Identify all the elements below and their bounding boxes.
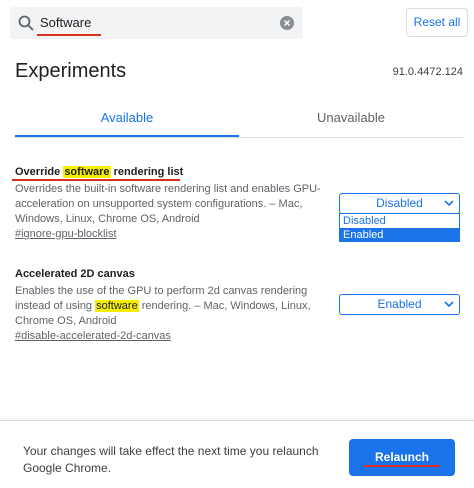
select-dropdown-list: Disabled Enabled xyxy=(339,213,460,242)
relaunch-button[interactable]: Relaunch xyxy=(349,439,455,476)
chevron-down-icon xyxy=(444,301,454,308)
experiment-title: Accelerated 2D canvas xyxy=(15,268,135,280)
tab-available[interactable]: Available xyxy=(15,110,239,136)
experiment-title: Override software rendering list xyxy=(15,166,183,178)
chevron-down-icon xyxy=(444,200,454,207)
search-annotation-underline xyxy=(37,34,101,36)
version-label: 91.0.4472.124 xyxy=(392,66,463,78)
reset-all-button[interactable]: Reset all xyxy=(406,8,468,37)
select-value: Enabled xyxy=(377,297,422,311)
tab-divider xyxy=(15,137,463,138)
experiment-description: Overrides the built-in software renderin… xyxy=(15,183,321,225)
search-value: Software xyxy=(40,15,92,30)
page-title: Experiments xyxy=(15,60,127,82)
experiment-title-text: rendering list xyxy=(110,166,184,178)
search-highlight: software xyxy=(63,166,111,178)
search-highlight: software xyxy=(95,300,139,312)
search-input[interactable]: Software xyxy=(10,7,303,39)
relaunch-bar: Your changes will take effect the next t… xyxy=(0,420,474,488)
experiment-select[interactable]: Enabled xyxy=(339,294,460,315)
select-value: Disabled xyxy=(376,196,423,210)
experiment-select[interactable]: Disabled xyxy=(339,193,460,214)
dropdown-option-enabled[interactable]: Enabled xyxy=(340,228,459,242)
experiment-link[interactable]: #ignore-gpu-blocklist xyxy=(15,228,117,240)
relaunch-label: Relaunch xyxy=(374,450,429,464)
dropdown-option-disabled[interactable]: Disabled xyxy=(340,214,459,228)
search-icon xyxy=(18,15,34,31)
experiment-title-text: Override xyxy=(15,166,64,178)
relaunch-annotation-underline xyxy=(364,465,440,467)
title-annotation-underline xyxy=(12,179,180,181)
experiment-description: Enables the use of the GPU to perform 2d… xyxy=(15,284,330,329)
experiment-link[interactable]: #disable-accelerated-2d-canvas xyxy=(15,330,171,342)
tab-unavailable[interactable]: Unavailable xyxy=(239,110,463,136)
top-bar: Software Reset all xyxy=(0,0,474,46)
clear-icon[interactable] xyxy=(280,16,294,30)
relaunch-message: Your changes will take effect the next t… xyxy=(23,444,319,475)
